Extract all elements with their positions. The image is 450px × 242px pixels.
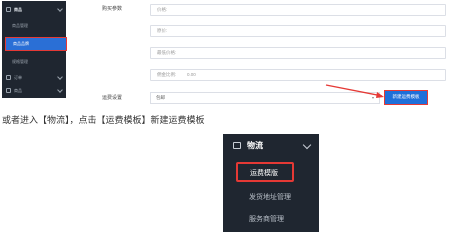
sidebar-item-shipping-address[interactable]: 发货地址管理 bbox=[223, 190, 319, 204]
new-shipping-template-button[interactable]: 新建运费模板 bbox=[384, 90, 428, 105]
sidebar-section-logistics[interactable]: 物流 bbox=[223, 138, 319, 154]
chevron-down-icon bbox=[302, 140, 312, 150]
instruction-caption: 或者进入【物流】，点击【运费模板】新建运费模板 bbox=[2, 115, 205, 125]
sidebar-item-service-provider[interactable]: 服务商管理 bbox=[223, 212, 319, 226]
logistics-icon bbox=[233, 142, 241, 149]
sidebar-item-shipping-template[interactable]: 运费模版 bbox=[236, 162, 294, 182]
logistics-sidebar: 物流 运费模版 发货地址管理 服务商管理 bbox=[223, 134, 319, 232]
